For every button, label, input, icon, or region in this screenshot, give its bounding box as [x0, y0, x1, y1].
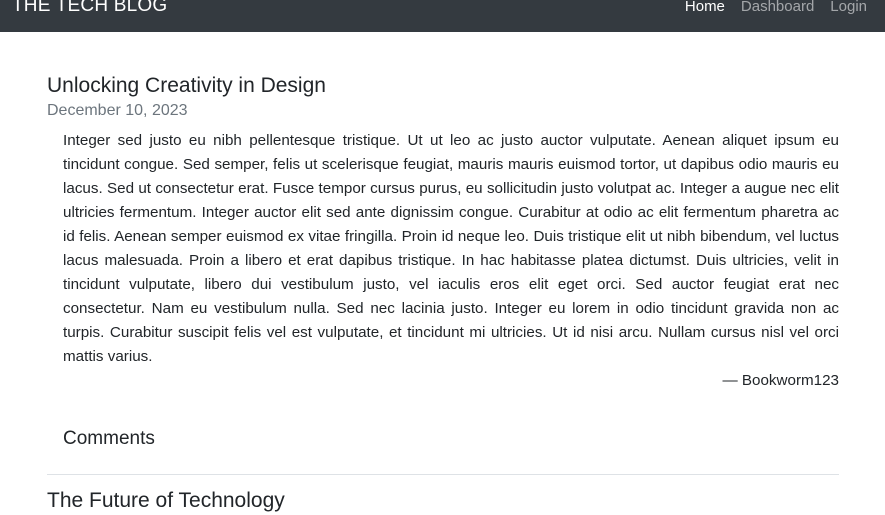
post-date: December 10, 2023	[47, 102, 188, 119]
post-body: Integer sed justo eu nibh pellentesque t…	[63, 132, 839, 365]
blog-post: Unlocking Creativity in Design December …	[47, 72, 839, 453]
nav-link-dashboard[interactable]: Dashboard	[741, 0, 814, 15]
post-title[interactable]: Unlocking Creativity in Design	[47, 72, 839, 100]
comments-heading: Comments	[63, 428, 155, 449]
top-navbar: THE TECH BLOG Home Dashboard Login	[0, 0, 885, 32]
post-author: — Bookworm123	[722, 372, 840, 389]
main-content: Unlocking Creativity in Design December …	[47, 72, 839, 515]
nav-link-login[interactable]: Login	[830, 0, 867, 15]
post-divider	[47, 474, 839, 475]
nav-links: Home Dashboard Login	[685, 0, 867, 15]
nav-link-home[interactable]: Home	[685, 0, 725, 15]
site-brand-link[interactable]: THE TECH BLOG	[12, 0, 167, 17]
comments-section: Comments	[63, 425, 839, 453]
